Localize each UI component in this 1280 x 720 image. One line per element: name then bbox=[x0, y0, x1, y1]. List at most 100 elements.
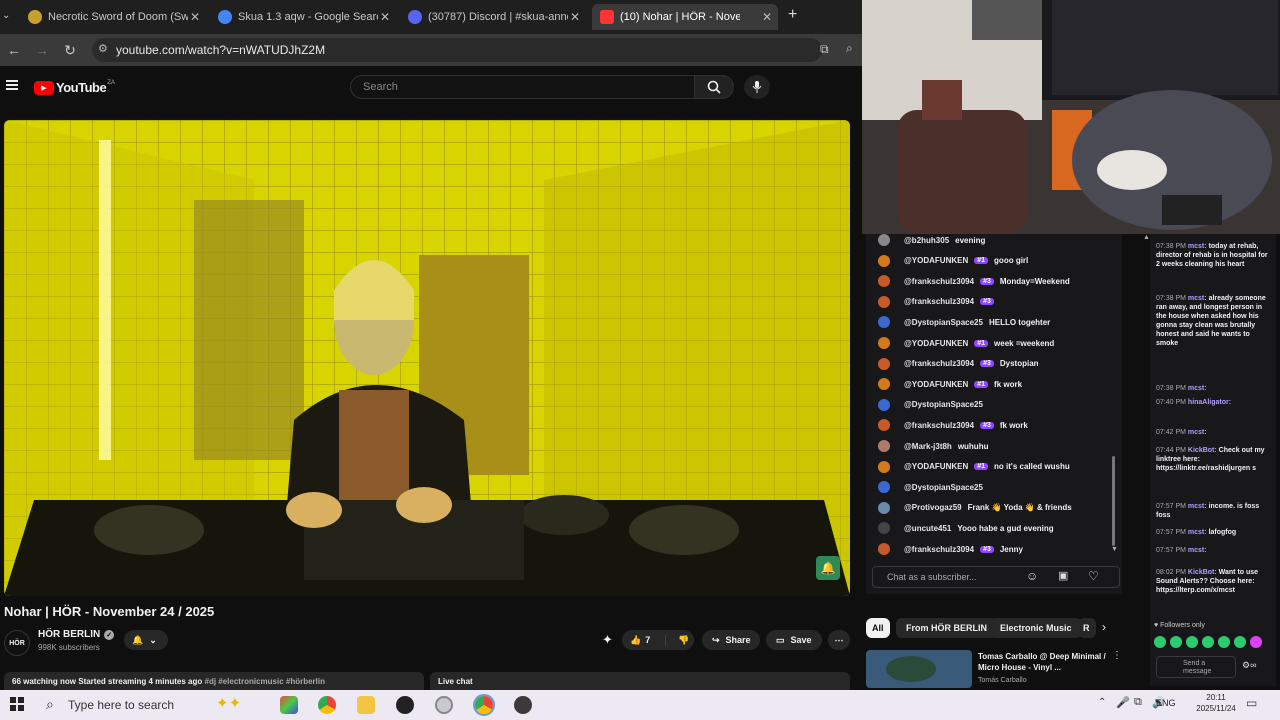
tray-chevron-icon[interactable]: ⌃ bbox=[1098, 697, 1106, 708]
save-button[interactable]: ▭ Save bbox=[766, 630, 822, 650]
tab-youtube-active[interactable]: (10) Nohar | HÖR - Novemb ✕ bbox=[592, 4, 778, 30]
chat-avatar[interactable] bbox=[878, 543, 890, 555]
chat-avatar[interactable] bbox=[878, 337, 890, 349]
message-user[interactable]: mcst: bbox=[1188, 243, 1207, 250]
chat-avatar[interactable] bbox=[878, 419, 890, 432]
message-user[interactable]: KickBot: bbox=[1188, 569, 1217, 576]
chat-username[interactable]: @DystopianSpace25 bbox=[904, 318, 983, 327]
gift-icon[interactable]: ▣ bbox=[1058, 569, 1068, 582]
copilot-icon[interactable] bbox=[280, 696, 298, 714]
chevron-right-icon[interactable]: › bbox=[1102, 620, 1106, 634]
close-tab-icon[interactable]: ✕ bbox=[190, 10, 200, 24]
tab-google-search[interactable]: Skua 1.3 aqw - Google Search ✕ bbox=[210, 4, 396, 30]
chat-username[interactable]: @b2huh305 bbox=[904, 236, 949, 245]
back-icon[interactable]: ← bbox=[0, 42, 28, 58]
chat-username[interactable]: @DystopianSpace25 bbox=[904, 483, 983, 492]
chat-username[interactable]: @Protivogaz59 bbox=[904, 503, 962, 512]
chat-avatar[interactable] bbox=[878, 481, 890, 494]
chip-electronic-music[interactable]: Electronic Music bbox=[990, 618, 1082, 638]
chat-avatar[interactable] bbox=[878, 357, 890, 370]
message-user[interactable]: hinaAligator: bbox=[1188, 399, 1231, 406]
url-field[interactable]: ⚙ youtube.com/watch?v=nWATUDJhZ2M bbox=[92, 38, 822, 62]
share-button[interactable]: ↪ Share bbox=[702, 630, 760, 650]
chat-avatar[interactable] bbox=[878, 522, 890, 535]
rec-channel[interactable]: Tomás Carballo bbox=[978, 677, 1027, 684]
chat-avatar[interactable] bbox=[878, 378, 890, 391]
emote-icon[interactable] bbox=[1218, 636, 1230, 648]
chat-username[interactable]: @frankschulz3094 bbox=[904, 359, 974, 368]
chat-avatar[interactable] bbox=[878, 501, 890, 514]
search-button[interactable] bbox=[694, 75, 734, 99]
tab-search-chevron-icon[interactable]: ⌄ bbox=[2, 10, 10, 21]
side-chat-settings-icon[interactable]: ⚙∞ bbox=[1242, 660, 1256, 671]
tab-necrotic-sword[interactable]: Necrotic Sword of Doom (Swor ✕ bbox=[20, 4, 206, 30]
reload-icon[interactable]: ↻ bbox=[56, 42, 84, 59]
chrome-active-icon[interactable] bbox=[473, 694, 495, 716]
chip-all[interactable]: All bbox=[866, 618, 890, 638]
chat-username[interactable]: @frankschulz3094 bbox=[904, 545, 974, 554]
like-button[interactable]: 👍 7 bbox=[622, 634, 666, 646]
emote-icon[interactable] bbox=[1202, 636, 1214, 648]
network-icon[interactable]: ⧉ bbox=[1134, 696, 1142, 709]
language-indicator[interactable]: ENG bbox=[1156, 698, 1176, 708]
message-user[interactable]: mcst: bbox=[1188, 547, 1207, 554]
message-user[interactable]: mcst: bbox=[1188, 503, 1207, 510]
obs-icon[interactable] bbox=[514, 696, 532, 714]
app-icon[interactable] bbox=[435, 696, 453, 714]
message-user[interactable]: mcst: bbox=[1188, 529, 1207, 536]
windows-start-icon[interactable] bbox=[10, 697, 24, 711]
notification-bell-icon[interactable]: 🔔 bbox=[816, 556, 840, 580]
heart-icon[interactable]: ♡ bbox=[1088, 569, 1099, 583]
subscribed-notifications-button[interactable]: 🔔 ⌄ bbox=[124, 630, 168, 650]
chat-username[interactable]: @frankschulz3094 bbox=[904, 297, 974, 306]
rec-title[interactable]: Tomas Carballo @ Deep Minimal / Micro Ho… bbox=[978, 651, 1108, 673]
search-input[interactable]: Search bbox=[350, 75, 695, 99]
chat-avatar[interactable] bbox=[878, 460, 890, 473]
emote-icon[interactable] bbox=[1186, 636, 1198, 648]
chip-from-channel[interactable]: From HÖR BERLIN bbox=[896, 618, 997, 638]
channel-name[interactable]: HÖR BERLIN ✓ bbox=[38, 629, 115, 640]
youtube-logo[interactable]: ▶ YouTube ZA bbox=[34, 80, 115, 95]
chip-more[interactable]: R bbox=[1078, 618, 1096, 638]
emote-icon[interactable] bbox=[1154, 636, 1166, 648]
scroll-up-icon[interactable]: ▲ bbox=[1143, 234, 1150, 241]
description-box[interactable]: 66 watching now Started streaming 4 minu… bbox=[4, 672, 424, 690]
dislike-button[interactable]: 👎 bbox=[672, 635, 689, 646]
rec-more-icon[interactable]: ⋮ bbox=[1112, 650, 1122, 661]
chat-avatar[interactable] bbox=[878, 234, 890, 246]
message-user[interactable]: mcst: bbox=[1188, 429, 1207, 436]
emote-icon[interactable] bbox=[1170, 636, 1182, 648]
new-tab-button[interactable]: + bbox=[788, 6, 797, 24]
live-chat-header[interactable]: Live chat bbox=[430, 672, 850, 690]
close-tab-icon[interactable]: ✕ bbox=[380, 10, 390, 24]
chat-avatar[interactable] bbox=[878, 254, 890, 267]
video-player[interactable]: 🔔 bbox=[4, 120, 850, 596]
chat-username[interactable]: @DystopianSpace25 bbox=[904, 400, 983, 409]
steam-icon[interactable] bbox=[396, 696, 414, 714]
chat-input[interactable]: Chat as a subscriber... bbox=[872, 566, 1120, 588]
close-tab-icon[interactable]: ✕ bbox=[570, 10, 580, 24]
site-info-icon[interactable]: ⚙ bbox=[98, 42, 108, 55]
chrome-icon[interactable] bbox=[318, 696, 336, 714]
chat-username[interactable]: @uncute451 bbox=[904, 524, 951, 533]
close-tab-icon[interactable]: ✕ bbox=[762, 10, 772, 24]
chat-username[interactable]: @YODAFUNKEN bbox=[904, 462, 968, 471]
voice-search-button[interactable] bbox=[744, 75, 770, 99]
zoom-icon[interactable]: ⌕ bbox=[846, 41, 853, 56]
chat-username[interactable]: @YODAFUNKEN bbox=[904, 380, 968, 389]
chat-username[interactable]: @YODAFUNKEN bbox=[904, 256, 968, 265]
cast-icon[interactable]: ⧉ bbox=[820, 42, 829, 57]
message-user[interactable]: KickBot: bbox=[1188, 447, 1217, 454]
emote-icon[interactable] bbox=[1234, 636, 1246, 648]
channel-avatar[interactable]: HÖR bbox=[4, 630, 30, 656]
forward-icon[interactable]: → bbox=[28, 42, 56, 58]
file-explorer-icon[interactable] bbox=[357, 696, 375, 714]
tab-discord[interactable]: (30787) Discord | #skua-annou ✕ bbox=[400, 4, 586, 30]
message-user[interactable]: mcst: bbox=[1188, 295, 1207, 302]
emote-icon[interactable] bbox=[1250, 636, 1262, 648]
chat-username[interactable]: @Mark-j3t8h bbox=[904, 442, 952, 451]
rec-thumbnail[interactable] bbox=[866, 650, 972, 688]
chat-username[interactable]: @YODAFUNKEN bbox=[904, 339, 968, 348]
notifications-icon[interactable]: ▭ bbox=[1246, 696, 1257, 710]
more-actions-button[interactable]: ⋯ bbox=[828, 630, 850, 650]
